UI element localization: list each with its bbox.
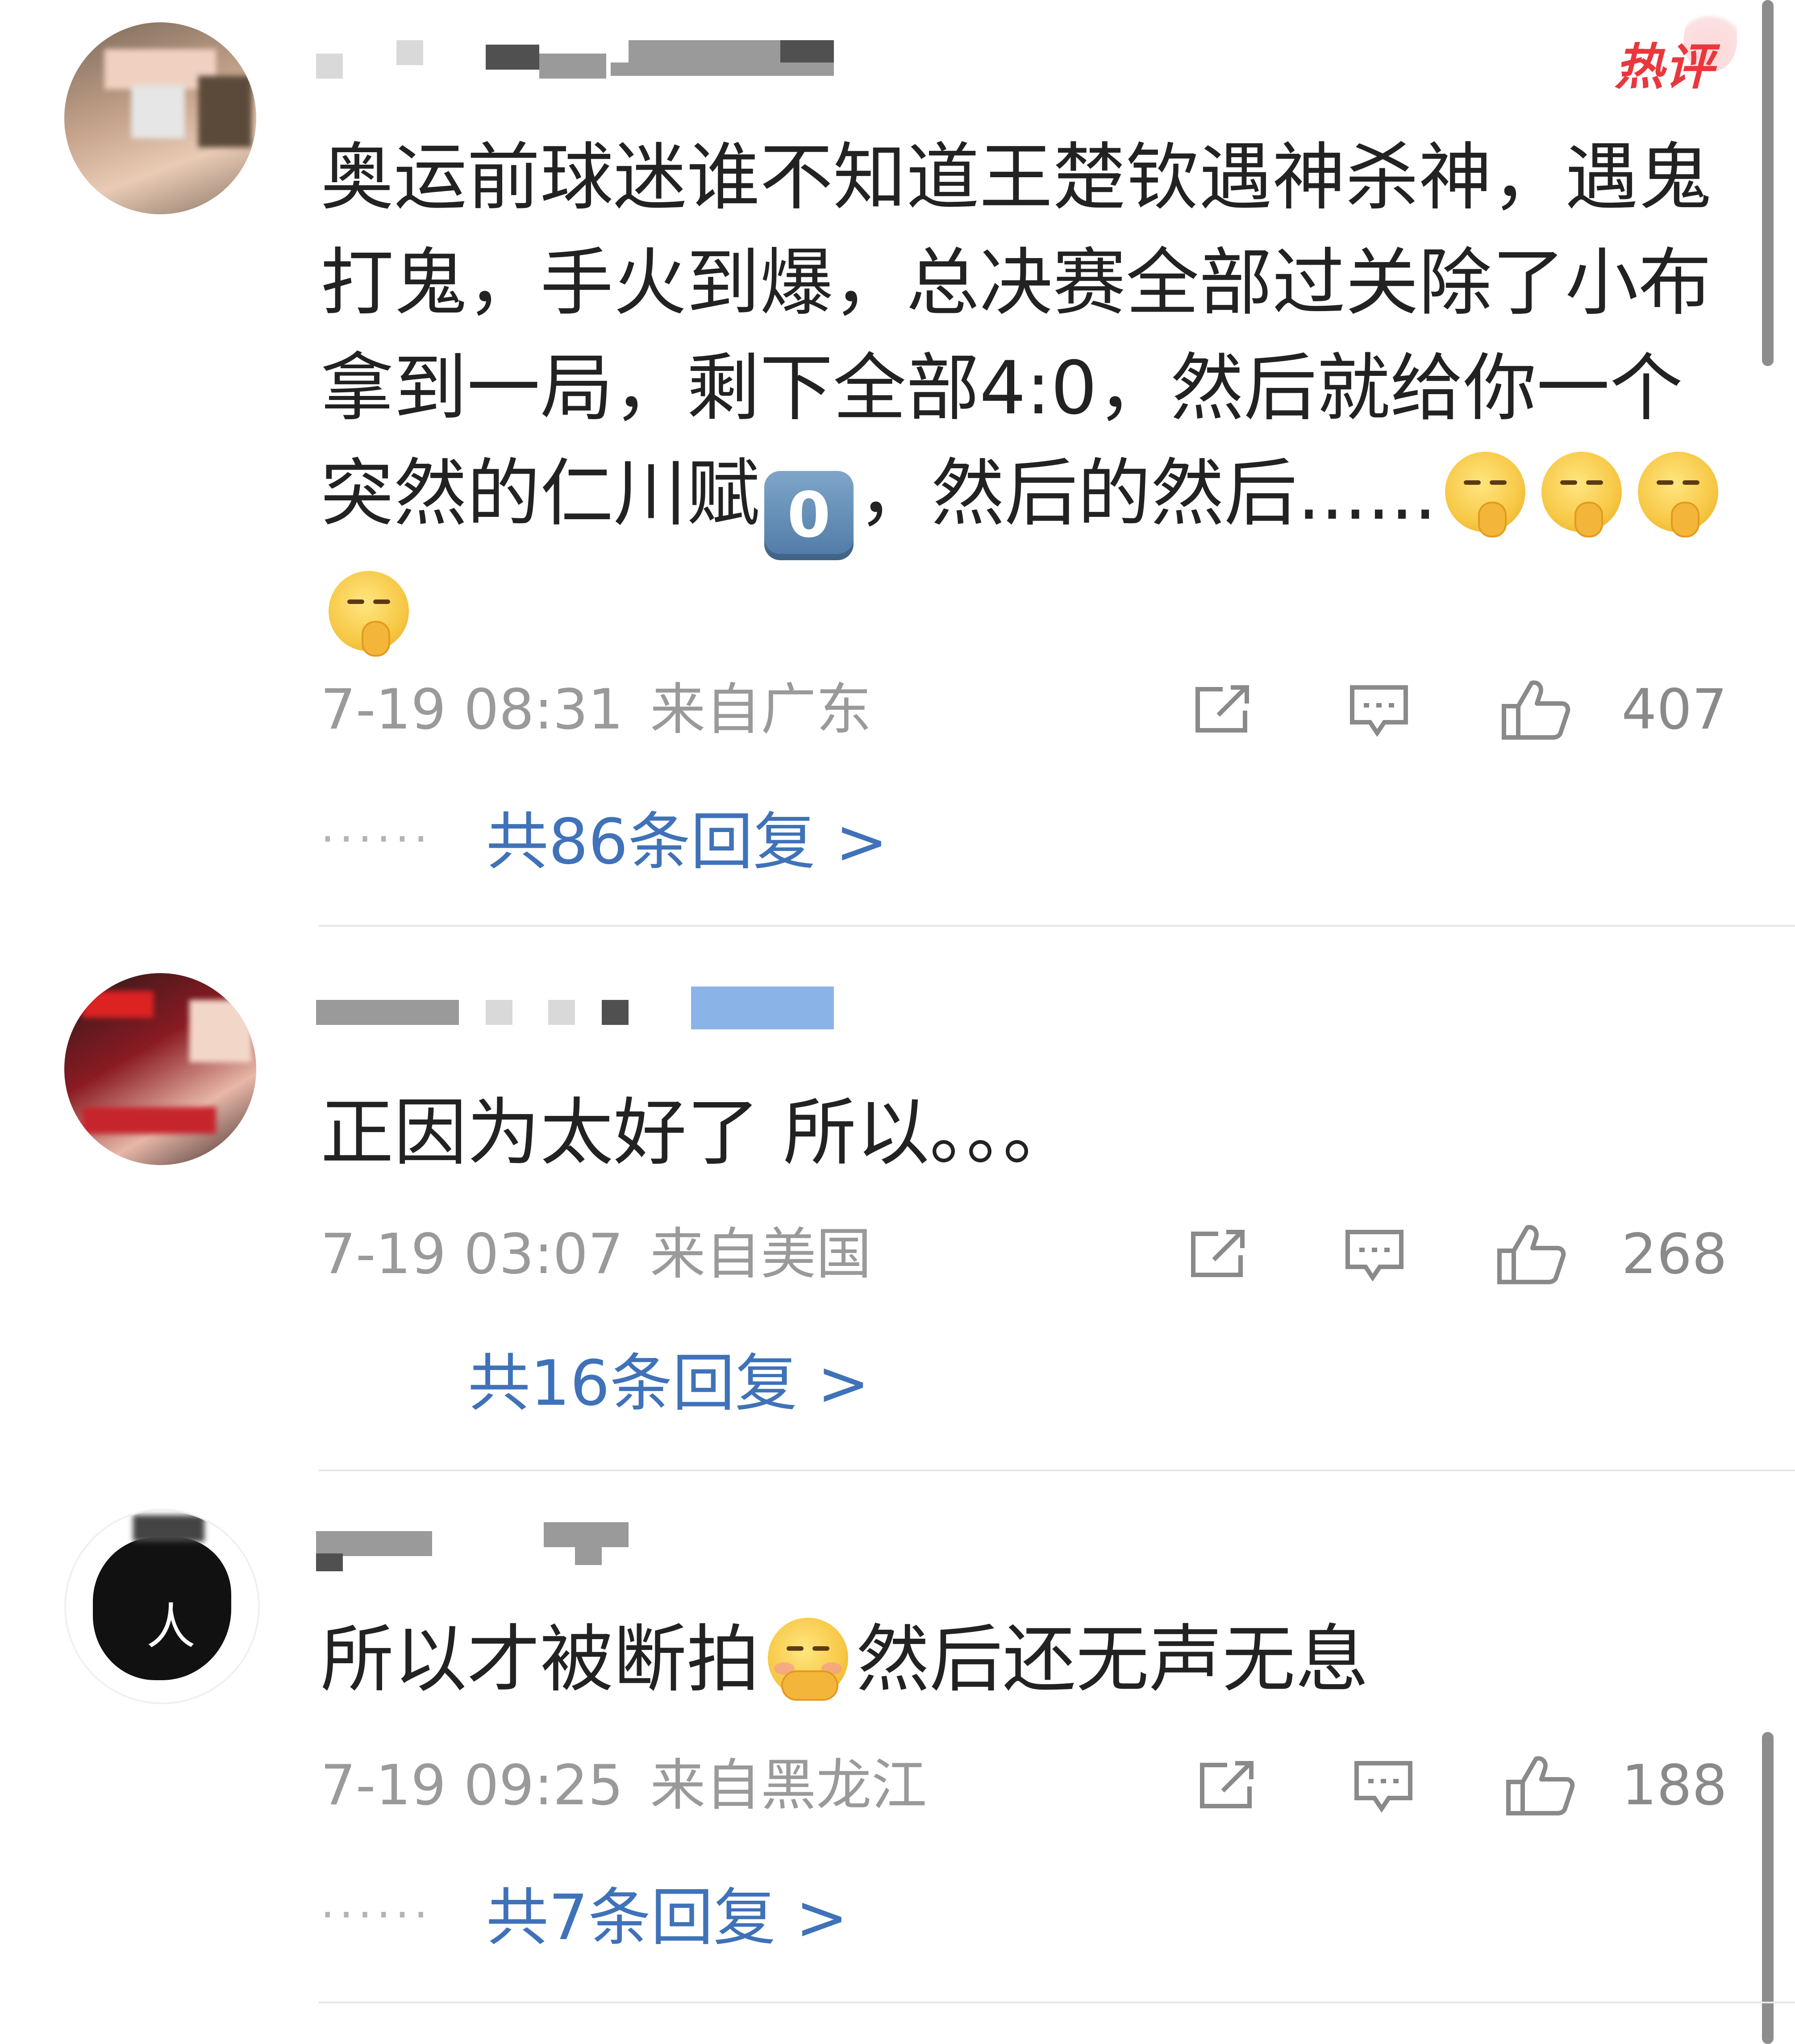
shushing-face-emoji	[1541, 452, 1622, 537]
thumbs-up-icon[interactable]	[1504, 1754, 1575, 1817]
comment-icon[interactable]	[1348, 683, 1410, 737]
comment-text: 奥运前球迷谁不知道王楚钦遇神杀神，遇鬼打鬼，手火到爆，总决赛全部过关除了小布拿到…	[321, 125, 1731, 666]
like-count: 268	[1621, 1222, 1727, 1286]
like-count: 188	[1621, 1753, 1727, 1818]
replies-count-label: 共86条回复 >	[486, 806, 888, 878]
comment-meta: 7-19 09:25 来自黑龙江	[321, 1750, 927, 1821]
comment-item: 热评 奥运前球迷谁不知道王楚钦遇神杀神，遇鬼打鬼，手火到爆，总决赛全部过关除了小…	[0, 0, 1795, 928]
share-icon[interactable]	[1196, 1759, 1258, 1812]
comment-actions: 407	[1191, 674, 1727, 745]
replies-link[interactable]: ······ 共7条回复 >	[321, 1879, 848, 1954]
replies-count-label: 共16条回复 >	[468, 1347, 870, 1420]
comment-location: 来自美国	[650, 1222, 872, 1286]
comment-divider	[319, 925, 1795, 927]
shushing-face-emoji	[1637, 452, 1718, 537]
comment-actions: 188	[1196, 1750, 1727, 1821]
shushing-face-emoji	[329, 571, 409, 657]
thumbs-up-icon[interactable]	[1495, 1223, 1566, 1286]
comment-time: 7-19 03:07	[321, 1222, 624, 1286]
comment-divider	[319, 1470, 1795, 1471]
hot-comment-badge: 热评	[1615, 38, 1715, 96]
replies-prefix-dots: ······	[321, 813, 433, 865]
shushing-face-emoji	[1445, 452, 1525, 537]
avatar[interactable]	[64, 22, 256, 214]
comment-item: 正因为太好了 所以。。。 7-19 03:07 来自美国 268 共16条回复 >	[0, 928, 1795, 1473]
username-blurred[interactable]	[316, 987, 852, 1029]
comment-icon[interactable]	[1343, 1228, 1406, 1281]
comment-icon[interactable]	[1352, 1759, 1415, 1812]
replies-count-label: 共7条回复 >	[486, 1882, 848, 1954]
comment-actions: 268	[1187, 1219, 1727, 1290]
share-icon[interactable]	[1187, 1228, 1249, 1281]
replies-link[interactable]: ······ 共86条回复 >	[321, 803, 888, 878]
comment-meta: 7-19 08:31 来自广东	[321, 674, 871, 745]
username-blurred[interactable]	[316, 40, 852, 80]
comment-time: 7-19 08:31	[321, 678, 624, 742]
comment-text-part: 然后还无声无息	[856, 1617, 1369, 1702]
like-count: 407	[1621, 678, 1727, 742]
avatar[interactable]	[64, 973, 256, 1165]
keycap-zero-emoji: 0	[764, 471, 854, 560]
shy-face-emoji	[768, 1618, 849, 1701]
thumbs-up-icon[interactable]	[1499, 679, 1571, 741]
comment-text-part: 所以才被断拍	[321, 1617, 760, 1702]
comment-location: 来自广东	[650, 678, 872, 742]
comment-location: 来自黑龙江	[650, 1753, 927, 1818]
comment-divider	[319, 2002, 1795, 2003]
comment-text-part: ，然后的然后......	[858, 451, 1437, 536]
comment-meta: 7-19 03:07 来自美国	[321, 1219, 871, 1290]
replies-link[interactable]: 共16条回复 >	[321, 1348, 870, 1420]
comment-item: 人 所以才被断拍 然后还无声无息 7-19 09:25 来自黑龙江 188 ····…	[0, 1473, 1795, 2044]
share-icon[interactable]	[1191, 683, 1254, 737]
comment-text: 正因为太好了 所以。。。	[321, 1090, 1076, 1175]
comment-text: 所以才被断拍 然后还无声无息	[321, 1607, 1731, 1712]
replies-prefix-dots: ······	[321, 1889, 433, 1941]
username-blurred[interactable]	[316, 1522, 852, 1571]
comment-time: 7-19 09:25	[321, 1753, 624, 1818]
avatar[interactable]: 人	[64, 1509, 260, 1704]
